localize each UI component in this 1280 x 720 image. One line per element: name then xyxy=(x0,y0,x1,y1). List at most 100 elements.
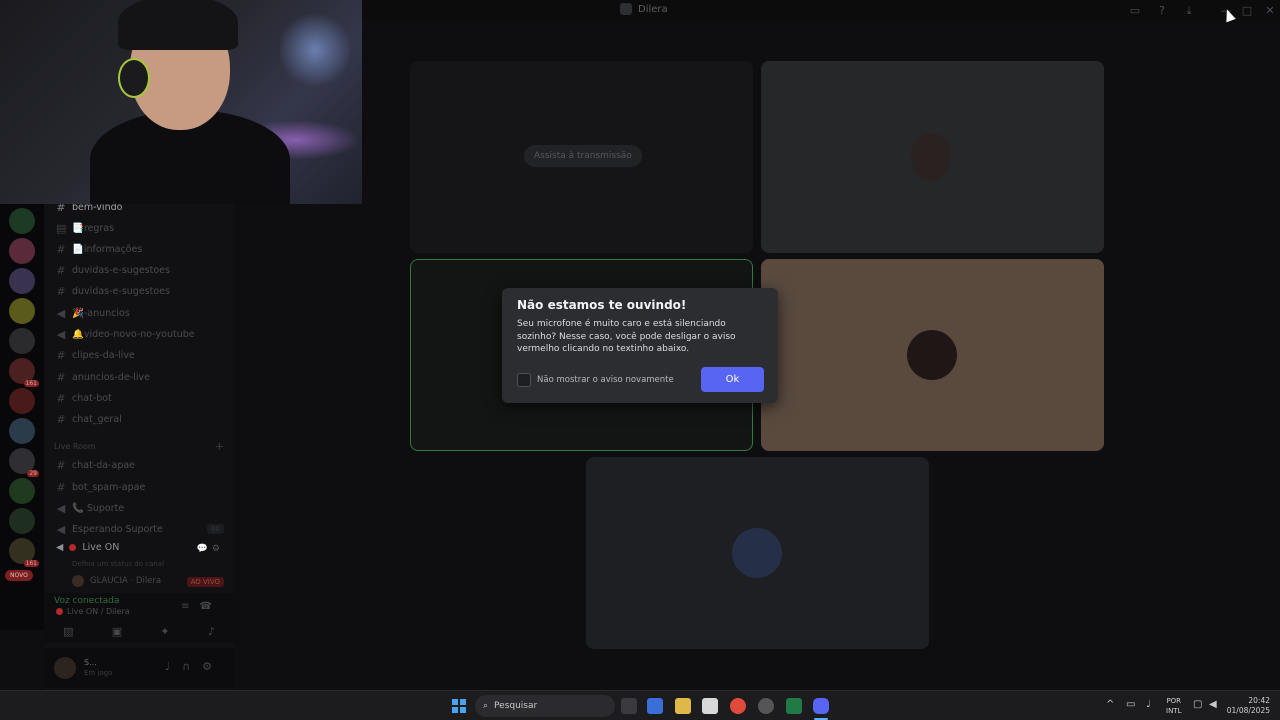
voice-member[interactable]: GLAUCIA · Dilera xyxy=(72,575,161,587)
server-icon[interactable] xyxy=(9,388,35,414)
watch-stream-button[interactable]: Assista à transmissão xyxy=(524,145,642,167)
category-header[interactable]: Live Room xyxy=(54,442,96,451)
dont-show-again-checkbox[interactable]: Não mostrar o aviso novamente xyxy=(517,373,674,387)
disconnect-icon[interactable]: ☎ xyxy=(200,601,222,612)
channel-item[interactable]: # 📄informações xyxy=(56,240,142,258)
channel-item[interactable]: # chat-da-apae xyxy=(56,456,135,474)
avatar xyxy=(911,133,951,181)
server-icon[interactable] xyxy=(9,328,35,354)
server-icon[interactable] xyxy=(9,418,35,444)
speaker-icon: ◀ xyxy=(56,542,64,553)
mention-badge: 161 xyxy=(23,380,39,387)
soundboard-icon[interactable]: ♪ xyxy=(208,625,215,638)
noise-suppression-icon[interactable]: ≡ xyxy=(181,601,199,612)
server-icon[interactable]: 29 xyxy=(9,448,39,477)
channel-item[interactable]: # duvidas-e-sugestoes xyxy=(56,282,170,300)
user-status: Em jogo xyxy=(84,669,113,677)
server-list: 161 29 161 xyxy=(0,200,44,630)
taskbar-search[interactable]: ⌕ Pesquisar xyxy=(475,695,615,717)
close-icon[interactable]: ✕ xyxy=(1263,4,1277,18)
help-icon[interactable]: ? xyxy=(1155,4,1169,18)
channel-item[interactable]: # bot_spam-apae xyxy=(56,478,145,496)
notification-icon[interactable]: ▢ xyxy=(1193,699,1202,710)
voice-channel-item[interactable]: ◀ 📞 Suporte xyxy=(56,499,124,517)
task-view-icon[interactable] xyxy=(621,698,637,714)
chevron-up-icon[interactable]: ^ xyxy=(1106,699,1114,710)
stream-tile[interactable]: Assista à transmissão xyxy=(410,61,753,253)
voice-status-panel: Voz conectada Live ON / Dilera ≡☎ ▧ ▣ ✦ … xyxy=(44,593,234,643)
settings-icon[interactable]: ⚙ xyxy=(202,660,224,673)
server-icon[interactable] xyxy=(9,208,35,234)
checkbox[interactable] xyxy=(517,373,531,387)
channel-item[interactable]: # clipes-da-live xyxy=(56,346,134,364)
server-icon[interactable] xyxy=(9,238,35,264)
start-button[interactable] xyxy=(452,699,466,713)
voice-connected-label: Voz conectada xyxy=(54,596,120,606)
ok-button[interactable]: Ok xyxy=(701,367,764,392)
hash-icon: # xyxy=(56,391,66,405)
voice-location[interactable]: Live ON / Dilera xyxy=(56,607,130,616)
channel-item[interactable]: # anuncios-de-live xyxy=(56,368,150,386)
channel-item[interactable]: # chat_geral xyxy=(56,410,121,428)
hash-icon: # xyxy=(56,458,66,472)
voice-actions: ▧ ▣ ✦ ♪ xyxy=(44,625,234,638)
streamer-cap xyxy=(118,0,238,50)
voice-controls: ≡☎ xyxy=(181,601,222,612)
store-icon[interactable] xyxy=(702,698,718,714)
microphone-icon[interactable]: ♩ xyxy=(1146,699,1151,710)
username: S... xyxy=(84,658,97,667)
screen-share-icon[interactable]: ▣ xyxy=(112,625,122,638)
activities-icon[interactable]: ✦ xyxy=(160,625,169,638)
avatar xyxy=(732,528,782,578)
file-explorer-icon[interactable] xyxy=(675,698,691,714)
channel-item[interactable]: ◀ 🔔video-novo-no-youtube xyxy=(56,325,195,343)
headphones-icon[interactable]: ∩ xyxy=(182,660,202,673)
voice-channel-live-on[interactable]: ◀ Live ON xyxy=(56,542,119,553)
hash-icon: # xyxy=(56,284,66,298)
hash-icon: # xyxy=(56,480,66,494)
speaker-icon: ◀ xyxy=(56,501,66,515)
download-icon[interactable]: ⤓ xyxy=(1182,4,1196,18)
live-dot-icon xyxy=(56,608,63,615)
megaphone-icon: ◀ xyxy=(56,306,66,320)
hash-icon: # xyxy=(56,370,66,384)
channel-tools[interactable]: 💬⚙ xyxy=(197,544,224,554)
server-icon[interactable]: 161 xyxy=(9,538,39,567)
webcam-overlay xyxy=(0,0,362,204)
voice-channel-item[interactable]: ◀ Esperando Suporte xyxy=(56,520,163,538)
user-panel: S... Em jogo ♩∩⚙ xyxy=(44,648,234,688)
server-icon[interactable] xyxy=(9,298,35,324)
microphone-icon[interactable]: ♩ xyxy=(165,660,182,673)
discord-icon[interactable] xyxy=(813,698,829,714)
clock[interactable]: 20:42 01/08/2025 xyxy=(1226,696,1270,716)
server-icon[interactable]: 161 xyxy=(9,358,39,387)
avatar[interactable] xyxy=(54,657,76,679)
server-icon[interactable] xyxy=(9,508,35,534)
channel-item[interactable]: # chat-bot xyxy=(56,389,111,407)
speaker-icon: ◀ xyxy=(56,522,66,536)
user-controls: ♩∩⚙ xyxy=(165,660,224,673)
copilot-icon[interactable] xyxy=(647,698,663,714)
app-icon[interactable] xyxy=(758,698,774,714)
language-indicator[interactable]: POR INTL xyxy=(1166,696,1181,716)
inbox-icon[interactable]: ▭ xyxy=(1128,4,1142,18)
chrome-icon[interactable] xyxy=(730,698,746,714)
volume-icon[interactable]: ◀ xyxy=(1209,699,1217,710)
excel-icon[interactable] xyxy=(786,698,802,714)
participant-tile[interactable] xyxy=(761,61,1104,253)
live-badge: AO VIVO xyxy=(186,577,224,587)
server-icon[interactable] xyxy=(9,478,35,504)
participant-tile[interactable] xyxy=(586,457,929,649)
participant-tile[interactable] xyxy=(761,259,1104,451)
add-channel-icon[interactable]: + xyxy=(215,440,224,453)
channel-status[interactable]: Defina um status do canal xyxy=(72,560,164,568)
channel-item[interactable]: ▤ 📑regras xyxy=(56,219,114,237)
channel-item[interactable]: ◀ 🎉-anuncios xyxy=(56,304,130,322)
hash-icon: # xyxy=(56,348,66,362)
camera-off-icon[interactable]: ▧ xyxy=(63,625,73,638)
maximize-icon[interactable]: □ xyxy=(1240,4,1254,18)
network-icon[interactable]: ▭ xyxy=(1126,699,1135,710)
channel-item[interactable]: # duvidas-e-sugestoes xyxy=(56,261,170,279)
server-icon[interactable] xyxy=(9,268,35,294)
dialog-title: Não estamos te ouvindo! xyxy=(517,298,687,312)
